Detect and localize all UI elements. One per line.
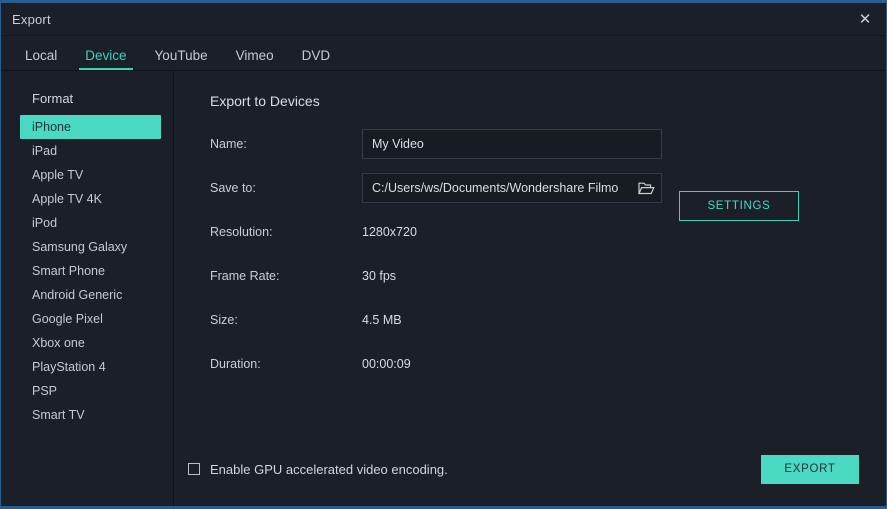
sidebar-item-apple-tv-4k[interactable]: Apple TV 4K [20,187,161,211]
resolution-label: Resolution: [210,225,362,239]
name-input[interactable] [362,129,662,159]
sidebar-item-smart-tv[interactable]: Smart TV [20,403,161,427]
save-to-field-wrap [362,173,662,203]
title-bar: Export ✕ [1,3,886,36]
gpu-acceleration-row[interactable]: Enable GPU accelerated video encoding. [188,462,448,477]
window-title: Export [12,12,51,27]
export-dialog-window: Export ✕ Local Device YouTube Vimeo DVD … [0,0,887,509]
export-button[interactable]: EXPORT [761,455,859,484]
tab-device[interactable]: Device [71,49,140,71]
frame-rate-row: Frame Rate: 30 fps [210,261,886,291]
name-label: Name: [210,137,362,151]
settings-button[interactable]: SETTINGS [679,191,799,221]
name-row: Name: [210,129,886,159]
sidebar-item-ipad[interactable]: iPad [20,139,161,163]
save-to-label: Save to: [210,181,362,195]
frame-rate-value: 30 fps [362,269,396,283]
dialog-body: Format iPhone iPad Apple TV Apple TV 4K … [1,71,886,506]
save-to-input[interactable] [362,173,662,203]
sidebar-item-psp[interactable]: PSP [20,379,161,403]
panel-heading: Export to Devices [210,93,886,109]
resolution-value: 1280x720 [362,225,417,239]
gpu-label: Enable GPU accelerated video encoding. [210,462,448,477]
sidebar-item-xbox-one[interactable]: Xbox one [20,331,161,355]
tab-youtube[interactable]: YouTube [141,49,222,71]
size-label: Size: [210,313,362,327]
tab-bar: Local Device YouTube Vimeo DVD [1,36,886,71]
gpu-checkbox[interactable] [188,463,200,475]
format-heading: Format [1,91,173,106]
folder-icon[interactable] [636,178,657,198]
sidebar-item-apple-tv[interactable]: Apple TV [20,163,161,187]
sidebar-item-iphone[interactable]: iPhone [20,115,161,139]
duration-value: 00:00:09 [362,357,411,371]
sidebar-item-samsung-galaxy[interactable]: Samsung Galaxy [20,235,161,259]
frame-rate-label: Frame Rate: [210,269,362,283]
dialog-footer: Enable GPU accelerated video encoding. E… [174,453,886,485]
size-value: 4.5 MB [362,313,402,327]
sidebar-item-playstation-4[interactable]: PlayStation 4 [20,355,161,379]
size-row: Size: 4.5 MB [210,305,886,335]
folder-icon-glyph [638,181,655,195]
sidebar-item-android-generic[interactable]: Android Generic [20,283,161,307]
export-settings-panel: Export to Devices Name: Save to: [174,71,886,506]
tab-dvd[interactable]: DVD [288,49,345,71]
duration-label: Duration: [210,357,362,371]
sidebar-item-google-pixel[interactable]: Google Pixel [20,307,161,331]
close-icon[interactable]: ✕ [852,7,878,31]
sidebar-item-smart-phone[interactable]: Smart Phone [20,259,161,283]
resolution-row: Resolution: 1280x720 [210,217,886,247]
tab-vimeo[interactable]: Vimeo [222,49,288,71]
duration-row: Duration: 00:00:09 [210,349,886,379]
format-sidebar: Format iPhone iPad Apple TV Apple TV 4K … [1,71,174,506]
tab-local[interactable]: Local [11,49,71,71]
sidebar-item-ipod[interactable]: iPod [20,211,161,235]
